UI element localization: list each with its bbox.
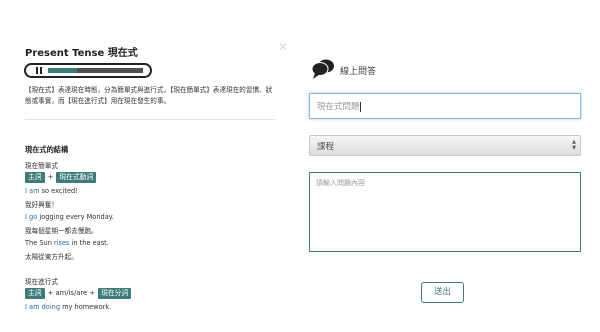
highlighted-verb: I am doing bbox=[25, 303, 61, 311]
close-icon[interactable]: ✕ bbox=[278, 40, 288, 54]
example-translation: 我好興奮！ bbox=[25, 201, 58, 209]
subject-chip: 主詞 bbox=[25, 288, 45, 299]
subject-input-value: 現在式問題 bbox=[317, 102, 360, 112]
highlighted-verb: I am bbox=[25, 187, 40, 195]
example-sentence: I am doing my homework. bbox=[25, 303, 112, 311]
highlighted-verb: rises bbox=[54, 239, 70, 247]
select-arrows-icon: ▲ ▼ bbox=[572, 139, 576, 151]
divider bbox=[25, 119, 275, 120]
page: Present Tense 現在式 ✕ 【現在式】表達現在時態，分為簡單式與進行… bbox=[0, 0, 600, 332]
text-cursor bbox=[359, 101, 361, 112]
qa-panel: 線上問答 現在式問題 課程 ▲ ▼ 請輸入問題內容 送出 bbox=[300, 0, 600, 332]
subject-chip: 主詞 bbox=[25, 172, 45, 183]
message-placeholder: 請輸入問題內容 bbox=[316, 179, 365, 187]
verb-chip: 現在式動詞 bbox=[56, 172, 97, 183]
audio-progress-fill bbox=[48, 68, 77, 73]
progressive-tense-label: 現在進行式 bbox=[25, 278, 58, 286]
be-verb-text: + am/is/are + bbox=[47, 289, 96, 297]
subject-input[interactable]: 現在式問題 bbox=[309, 93, 581, 119]
lesson-panel: Present Tense 現在式 ✕ 【現在式】表達現在時態，分為簡單式與進行… bbox=[0, 0, 290, 332]
chat-bubbles-icon bbox=[311, 59, 334, 79]
participle-chip: 現在分詞 bbox=[98, 288, 132, 299]
example-translation: 我每個星期一都去慢跑。 bbox=[25, 227, 98, 235]
highlighted-verb: I go bbox=[25, 213, 38, 221]
example-sentence: I am so excited! bbox=[25, 187, 78, 195]
course-select[interactable]: 課程 ▲ ▼ bbox=[309, 135, 581, 156]
simple-formula: 主詞 + 現在式動詞 bbox=[25, 172, 97, 183]
lesson-title: Present Tense 現在式 bbox=[25, 48, 138, 59]
plus-sign: + bbox=[47, 173, 54, 181]
example-sentence: The Sun rises in the east. bbox=[25, 239, 109, 247]
course-select-value: 課程 bbox=[317, 142, 335, 152]
send-button[interactable]: 送出 bbox=[421, 282, 464, 303]
progressive-formula: 主詞 + am/is/are + 現在分詞 bbox=[25, 288, 132, 299]
qa-title: 線上問答 bbox=[340, 67, 377, 77]
audio-progress-track[interactable] bbox=[48, 68, 143, 73]
message-textarea[interactable]: 請輸入問題內容 bbox=[309, 172, 581, 252]
simple-tense-label: 現在簡單式 bbox=[25, 162, 58, 170]
section-heading: 現在式的結構 bbox=[25, 145, 69, 154]
lesson-intro: 【現在式】表達現在時態，分為簡單式與進行式，【現在簡單式】表達現在的習慣、狀態或… bbox=[25, 86, 273, 105]
example-translation: 太陽從東方升起。 bbox=[25, 253, 78, 261]
audio-player[interactable] bbox=[24, 63, 152, 78]
example-sentence: I go jogging every Monday. bbox=[25, 213, 114, 221]
pause-icon[interactable] bbox=[36, 67, 42, 74]
